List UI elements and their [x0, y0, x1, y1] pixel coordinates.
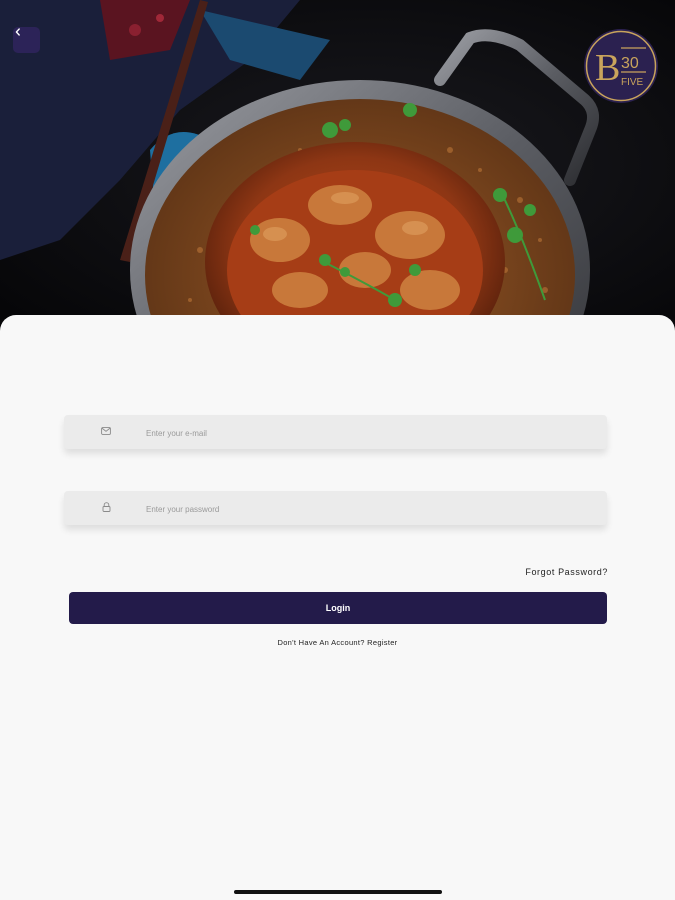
login-button[interactable]: Login — [69, 592, 607, 624]
brand-logo: B 30 FIVE — [583, 28, 659, 104]
hero-food-image: B 30 FIVE — [0, 0, 675, 330]
password-input[interactable] — [144, 491, 588, 527]
email-field[interactable] — [64, 415, 607, 451]
lock-icon — [100, 501, 112, 513]
forgot-password-link[interactable]: Forgot Password? — [480, 567, 608, 577]
logo-letter: B — [595, 47, 620, 89]
password-field[interactable] — [64, 491, 607, 527]
no-account-text: Don't Have An Account? — [277, 638, 365, 647]
logo-number: 30 — [621, 55, 639, 72]
logo-word: FIVE — [621, 77, 644, 88]
email-icon — [100, 425, 112, 437]
email-input[interactable] — [144, 415, 588, 451]
register-prompt: Don't Have An Account? Register — [0, 638, 675, 647]
register-link[interactable]: Register — [367, 638, 397, 647]
chevron-left-icon — [15, 28, 20, 36]
home-indicator — [234, 890, 442, 894]
back-button[interactable] — [13, 27, 40, 53]
